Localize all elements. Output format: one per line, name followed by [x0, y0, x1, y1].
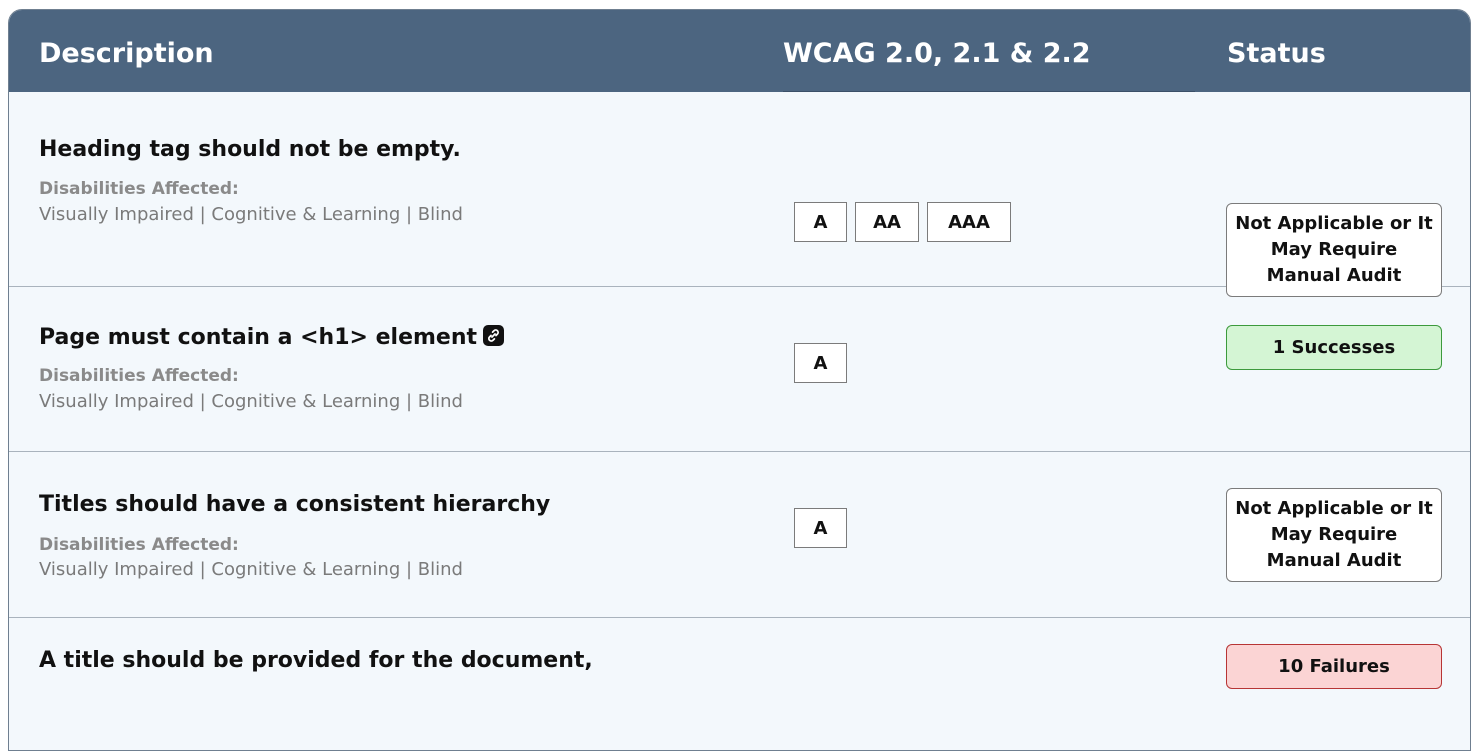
- status-badge: 10 Failures: [1226, 644, 1442, 689]
- table-row: A title should be provided for the docum…: [9, 618, 1470, 750]
- rule-title: Titles should have a consistent hierarch…: [39, 492, 551, 517]
- header-description: Description: [39, 38, 214, 69]
- wcag-levels: A AA AAA: [794, 202, 1011, 242]
- link-icon[interactable]: [483, 325, 505, 346]
- wcag-levels: A: [794, 343, 847, 383]
- rule-title: Heading tag should not be empty.: [39, 137, 461, 162]
- disabilities-affected: Visually Impaired | Cognitive & Learning…: [39, 204, 463, 225]
- accessibility-results-table: Description WCAG 2.0, 2.1 & 2.2 Status H…: [8, 9, 1471, 751]
- table-row: Heading tag should not be empty. Disabil…: [9, 92, 1470, 297]
- rule-title: Page must contain a <h1> element: [39, 325, 505, 350]
- wcag-level-badge: AAA: [927, 202, 1011, 242]
- disabilities-label: Disabilities Affected:: [39, 366, 239, 386]
- wcag-levels: A: [794, 508, 847, 548]
- rule-title: A title should be provided for the docum…: [39, 648, 593, 673]
- disabilities-affected: Visually Impaired | Cognitive & Learning…: [39, 391, 463, 412]
- disabilities-affected: Visually Impaired | Cognitive & Learning…: [39, 559, 463, 580]
- table-row: Page must contain a <h1> element Disabil…: [9, 287, 1470, 452]
- disabilities-label: Disabilities Affected:: [39, 535, 239, 555]
- disabilities-label: Disabilities Affected:: [39, 179, 239, 199]
- wcag-level-badge: AA: [855, 202, 919, 242]
- wcag-level-badge: A: [794, 508, 847, 548]
- wcag-level-badge: A: [794, 202, 847, 242]
- header-status: Status: [1227, 38, 1326, 69]
- status-badge: 1 Successes: [1226, 325, 1442, 370]
- wcag-level-badge: A: [794, 343, 847, 383]
- table-row: Titles should have a consistent hierarch…: [9, 452, 1470, 618]
- rule-title-text: Page must contain a <h1> element: [39, 325, 478, 350]
- header-wcag: WCAG 2.0, 2.1 & 2.2: [783, 10, 1195, 92]
- status-badge: Not Applicable or It May Require Manual …: [1226, 488, 1442, 582]
- status-badge: Not Applicable or It May Require Manual …: [1226, 203, 1442, 297]
- table-header: Description WCAG 2.0, 2.1 & 2.2 Status: [9, 10, 1470, 92]
